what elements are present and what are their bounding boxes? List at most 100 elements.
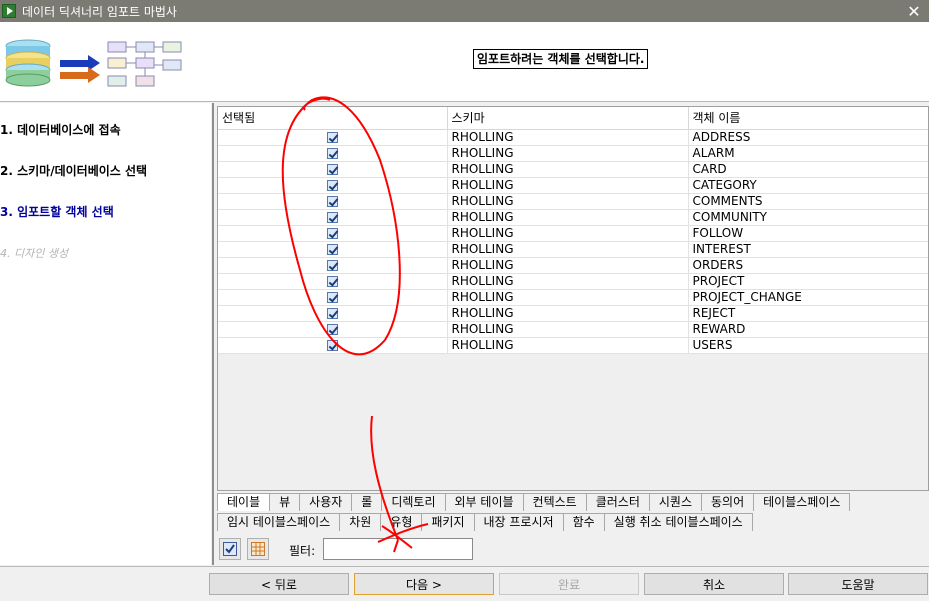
row-select-cell [218, 241, 448, 258]
row-checkbox[interactable] [326, 259, 338, 271]
tab-tabs-row2-0[interactable]: 임시 테이블스페이스 [217, 513, 341, 531]
row-checkbox[interactable] [326, 307, 338, 319]
object-name-cell: CATEGORY [688, 177, 928, 194]
finish-button[interactable]: 완료 [499, 573, 639, 595]
table-row[interactable]: RHOLLING FOLLOW [218, 225, 928, 242]
column-header-selected[interactable]: 선택됨 [218, 107, 448, 130]
object-name-cell: REJECT [688, 305, 928, 322]
table-row[interactable]: RHOLLING PROJECT [218, 273, 928, 290]
tab-tabs-row2-4[interactable]: 내장 프로시저 [474, 513, 564, 531]
schema-cell: RHOLLING [447, 321, 689, 338]
next-button[interactable]: 다음 > [354, 573, 494, 595]
table-row[interactable]: RHOLLING CARD [218, 161, 928, 178]
schema-cell: RHOLLING [447, 241, 689, 258]
object-name-cell: FOLLOW [688, 225, 928, 242]
row-checkbox[interactable] [326, 243, 338, 255]
tab-tabs-row1-9[interactable]: 동의어 [702, 493, 755, 511]
help-button[interactable]: 도움말 [788, 573, 928, 595]
wizard-app-icon [2, 4, 16, 18]
object-name-cell: COMMUNITY [688, 209, 928, 226]
row-select-cell [218, 209, 448, 226]
row-checkbox[interactable] [326, 163, 338, 175]
tab-tabs-row1-0[interactable]: 테이블 [217, 493, 271, 511]
check-all-icon[interactable] [219, 538, 241, 560]
database-icon [5, 39, 51, 87]
row-checkbox[interactable] [326, 211, 338, 223]
row-select-cell [218, 321, 448, 338]
schema-cell: RHOLLING [447, 177, 689, 194]
table-row[interactable]: RHOLLING REJECT [218, 305, 928, 322]
tab-tabs-row1-8[interactable]: 시퀀스 [649, 493, 702, 511]
row-checkbox[interactable] [326, 275, 338, 287]
tab-tabs-row1-2[interactable]: 사용자 [300, 493, 353, 511]
tab-tabs-row1-6[interactable]: 컨텍스트 [523, 493, 587, 511]
row-select-cell [218, 305, 448, 322]
wizard-header: 임포트하려는 객체를 선택합니다. [0, 22, 929, 102]
tab-tabs-row1-5[interactable]: 외부 테이블 [445, 493, 524, 511]
filter-input[interactable] [323, 538, 473, 560]
row-checkbox[interactable] [326, 323, 338, 335]
column-header-object-name[interactable]: 객체 이름 [688, 107, 928, 130]
filter-label: 필터: [289, 544, 316, 558]
step-select-schema: 2. 스키마/데이터베이스 선택 [0, 164, 148, 178]
schema-cell: RHOLLING [447, 257, 689, 274]
row-checkbox[interactable] [326, 291, 338, 303]
schema-cell: RHOLLING [447, 273, 689, 290]
back-button[interactable]: < 뒤로 [209, 573, 349, 595]
object-type-tabs-row-1: 테이블 뷰 사용자 롤 디렉토리 외부 테이블 컨텍스트 클러스터 시퀀스 동의어 테이블스페이스 [217, 493, 851, 511]
tab-tabs-row1-3[interactable]: 롤 [352, 493, 383, 511]
table-row[interactable]: RHOLLING REWARD [218, 321, 928, 338]
row-checkbox[interactable] [326, 147, 338, 159]
arrow-icon [60, 55, 100, 83]
wizard-button-bar: < 뒤로 다음 > 완료 취소 도움말 [0, 566, 929, 601]
table-row[interactable]: RHOLLING ADDRESS [218, 129, 928, 146]
tab-tabs-row2-1[interactable]: 차원 [340, 513, 382, 531]
table-row[interactable]: RHOLLING INTEREST [218, 241, 928, 258]
table-row[interactable]: RHOLLING CATEGORY [218, 177, 928, 194]
row-checkbox[interactable] [326, 227, 338, 239]
column-header-schema[interactable]: 스키마 [447, 107, 689, 130]
schema-cell: RHOLLING [447, 289, 689, 306]
row-select-cell [218, 161, 448, 178]
tab-tabs-row1-4[interactable]: 디렉토리 [382, 493, 446, 511]
table-row[interactable]: RHOLLING ALARM [218, 145, 928, 162]
row-checkbox[interactable] [326, 179, 338, 191]
object-type-tabs-row-2: 임시 테이블스페이스 차원 유형 패키지 내장 프로시저 함수 실행 취소 테이블스페이스 [217, 513, 753, 531]
schema-cell: RHOLLING [447, 193, 689, 210]
row-select-cell [218, 273, 448, 290]
cancel-button[interactable]: 취소 [644, 573, 784, 595]
row-checkbox[interactable] [326, 131, 338, 143]
row-select-cell [218, 225, 448, 242]
schema-cell: RHOLLING [447, 161, 689, 178]
table-row[interactable]: RHOLLING COMMENTS [218, 193, 928, 210]
filter-bar: 필터: [217, 538, 929, 560]
table-row[interactable]: RHOLLING ORDERS [218, 257, 928, 274]
tab-tabs-row2-6[interactable]: 실행 취소 테이블스페이스 [604, 513, 753, 531]
tab-tabs-row2-3[interactable]: 패키지 [422, 513, 475, 531]
schema-cell: RHOLLING [447, 145, 689, 162]
table-row[interactable]: RHOLLING PROJECT_CHANGE [218, 289, 928, 306]
row-checkbox[interactable] [326, 339, 338, 351]
tab-tabs-row2-5[interactable]: 함수 [563, 513, 605, 531]
object-name-cell: USERS [688, 337, 928, 354]
row-checkbox[interactable] [326, 195, 338, 207]
object-name-cell: CARD [688, 161, 928, 178]
table-row[interactable]: RHOLLING COMMUNITY [218, 209, 928, 226]
object-name-cell: ADDRESS [688, 129, 928, 146]
schema-cell: RHOLLING [447, 337, 689, 354]
tab-tabs-row1-10[interactable]: 테이블스페이스 [754, 493, 851, 511]
object-name-cell: INTEREST [688, 241, 928, 258]
tab-tabs-row2-2[interactable]: 유형 [381, 513, 423, 531]
object-name-cell: ORDERS [688, 257, 928, 274]
window-title: 데이터 딕셔너리 임포트 마법사 [22, 4, 177, 19]
tab-tabs-row1-7[interactable]: 클러스터 [586, 493, 650, 511]
row-select-cell [218, 337, 448, 354]
tab-tabs-row1-1[interactable]: 뷰 [270, 493, 301, 511]
table-row[interactable]: RHOLLING USERS [218, 337, 928, 354]
close-icon[interactable]: ✕ [905, 0, 923, 22]
object-name-cell: REWARD [688, 321, 928, 338]
grid-icon[interactable] [247, 538, 269, 560]
step-generate-design: 4. 디자인 생성 [0, 247, 69, 260]
diagram-icon [107, 41, 182, 87]
row-select-cell [218, 145, 448, 162]
